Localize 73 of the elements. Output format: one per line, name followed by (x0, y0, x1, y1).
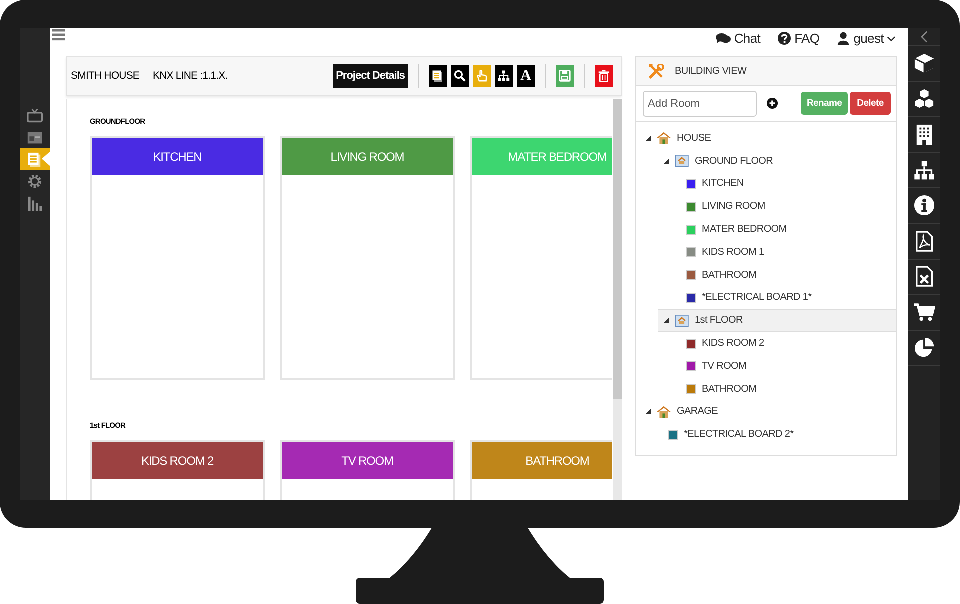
faq-link[interactable]: FAQ (776, 31, 820, 46)
house-icon (657, 132, 671, 144)
tools-icon (648, 64, 665, 78)
user-icon (836, 32, 851, 45)
room-card[interactable]: KIDS ROOM 2 (90, 440, 265, 500)
chevron-left-icon[interactable] (920, 30, 928, 42)
caret-icon (887, 36, 896, 42)
expand-icon[interactable] (646, 136, 651, 141)
tree-item[interactable]: MATER BEDROOM (636, 218, 896, 241)
sitemap-button[interactable] (495, 65, 513, 87)
trash-icon (598, 70, 610, 82)
search-button[interactable] (451, 65, 469, 87)
delete-button[interactable]: Delete (850, 92, 891, 115)
font-button[interactable]: A (517, 65, 535, 87)
search-icon (454, 70, 466, 82)
tree-item[interactable]: KIDS ROOM 2 (636, 332, 896, 355)
expand-icon[interactable] (664, 318, 669, 324)
room-title: KITCHEN (92, 138, 263, 175)
project-details-button[interactable]: Project Details (333, 64, 408, 88)
tree-item[interactable]: *ELECTRICAL BOARD 1* (636, 286, 896, 310)
calendar-icon (27, 130, 43, 144)
room-card[interactable]: TV ROOM (280, 440, 455, 500)
room-title: LIVING ROOM (282, 138, 453, 175)
tree-item[interactable]: GROUND FLOOR (636, 150, 896, 173)
hand-pointer-icon (476, 70, 488, 82)
tree-item[interactable]: BATHROOM (636, 378, 896, 401)
tree-item[interactable]: BATHROOM (636, 264, 896, 287)
room-title: MATER BEDROOM (472, 138, 612, 175)
trash-button[interactable] (595, 65, 613, 87)
tv-icon (27, 108, 43, 122)
tree-item[interactable]: LIVING ROOM (636, 195, 896, 218)
sitemap-icon[interactable] (914, 160, 934, 181)
question-circle-icon (776, 32, 792, 45)
floor-plan-icon (675, 314, 689, 327)
document-icon (432, 70, 444, 82)
chat-link[interactable]: Chat (716, 31, 761, 46)
project-name: SMITH HOUSE (71, 70, 141, 82)
scrollbar[interactable] (613, 99, 622, 500)
tree-item[interactable]: 1st FLOOR (658, 309, 896, 332)
excel-file-icon[interactable] (914, 266, 934, 288)
user-link[interactable]: guest (836, 31, 896, 46)
floor-plan-icon (675, 155, 689, 168)
cube-icon[interactable] (914, 52, 934, 74)
menu-icon[interactable] (52, 29, 65, 41)
expand-icon[interactable] (646, 409, 651, 414)
add-room-field[interactable]: Add Room (643, 90, 757, 116)
expand-icon[interactable] (664, 158, 669, 164)
tree-item[interactable]: *ELECTRICAL BOARD 2* (636, 423, 896, 446)
tree-item[interactable]: GARAGE (636, 400, 896, 424)
pie-chart-icon[interactable] (914, 338, 934, 359)
room-title: BATHROOM (472, 442, 612, 479)
settings-icon (27, 174, 43, 188)
house-icon (657, 406, 671, 418)
tree-item[interactable]: KITCHEN (636, 172, 896, 196)
tree-item[interactable]: TV ROOM (636, 354, 896, 378)
add-icon[interactable] (767, 98, 778, 109)
document-icon (27, 152, 43, 166)
cubes-icon[interactable] (914, 88, 934, 110)
tree-item[interactable]: KIDS ROOM 1 (636, 240, 896, 264)
floppy-disk-button[interactable] (556, 65, 574, 87)
room-title: KIDS ROOM 2 (92, 442, 263, 479)
tree-item[interactable]: HOUSE (636, 127, 896, 150)
room-card[interactable]: KITCHEN (90, 136, 265, 380)
knx-line: KNX LINE :1.1.X. (153, 70, 228, 82)
sitemap-icon (498, 70, 510, 82)
pdf-file-icon[interactable] (914, 230, 934, 252)
bar-chart-icon (27, 196, 43, 210)
cart-icon[interactable] (914, 302, 934, 323)
document-button[interactable] (429, 65, 447, 87)
chat-bubbles-icon (716, 32, 732, 45)
info-icon[interactable] (914, 195, 934, 216)
panel-title: BUILDING VIEW (675, 66, 747, 76)
room-title: TV ROOM (282, 442, 453, 479)
